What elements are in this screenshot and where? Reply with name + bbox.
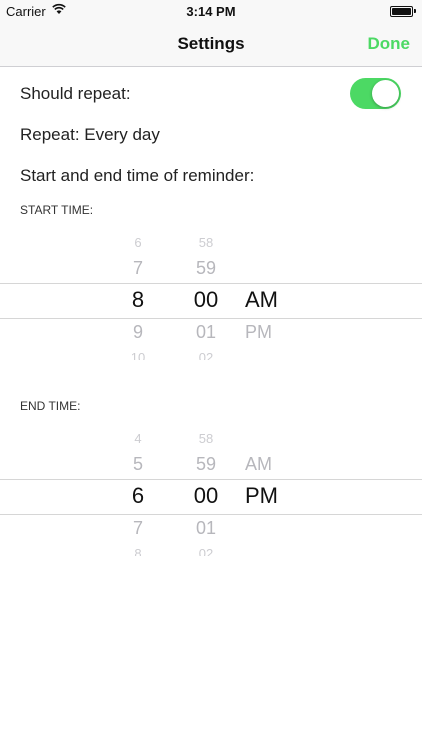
end-period-selected: PM — [245, 483, 278, 508]
picker-option: 7 — [132, 258, 143, 278]
start-time-label: START TIME: — [20, 203, 94, 217]
picker-option: AM — [245, 454, 272, 474]
picker-option: 9 — [132, 322, 143, 342]
end-time-picker[interactable]: 4 5 6 7 8 58 59 00 01 02 AM PM — [0, 424, 422, 564]
picker-option: 02 — [198, 546, 214, 556]
repeat-frequency-label[interactable]: Repeat: Every day — [20, 125, 160, 145]
picker-option: 58 — [198, 235, 214, 250]
done-button[interactable]: Done — [368, 34, 411, 54]
page-title: Settings — [177, 34, 245, 53]
start-hour-wheel[interactable]: 6 7 8 9 10 — [118, 228, 158, 368]
picker-option: 4 — [134, 431, 142, 446]
status-time: 3:14 PM — [186, 4, 236, 19]
picker-option: 8 — [134, 546, 142, 556]
end-time-label: END TIME: — [20, 399, 81, 413]
end-minute-selected: 00 — [193, 483, 219, 508]
end-period-wheel[interactable]: AM PM — [245, 424, 293, 564]
picker-option: 5 — [132, 454, 143, 474]
start-period-wheel[interactable]: AM PM — [245, 228, 293, 368]
picker-option: 59 — [195, 454, 217, 474]
start-period-selected: AM — [245, 287, 278, 312]
status-bar: Carrier 3:14 PM — [0, 0, 422, 22]
reminder-range-label: Start and end time of reminder: — [20, 166, 255, 185]
battery-tip — [414, 9, 416, 13]
end-minute-wheel[interactable]: 58 59 00 01 02 — [185, 424, 227, 564]
picker-option: 59 — [195, 258, 217, 278]
picker-option: 7 — [132, 518, 143, 538]
picker-option: 6 — [134, 235, 142, 250]
end-hour-selected: 6 — [131, 483, 145, 508]
toggle-knob — [372, 80, 399, 107]
start-time-picker[interactable]: 6 7 8 9 10 58 59 00 01 02 AM PM — [0, 228, 422, 368]
picker-option: PM — [245, 322, 272, 342]
picker-option: 02 — [198, 350, 214, 360]
start-minute-selected: 00 — [193, 287, 219, 312]
start-minute-wheel[interactable]: 58 59 00 01 02 — [185, 228, 227, 368]
start-hour-selected: 8 — [131, 287, 145, 312]
should-repeat-label: Should repeat: — [20, 84, 131, 103]
battery-icon — [390, 6, 413, 17]
picker-option: 58 — [198, 431, 214, 446]
end-hour-wheel[interactable]: 4 5 6 7 8 — [118, 424, 158, 564]
should-repeat-toggle[interactable] — [350, 78, 401, 109]
navigation-bar: Settings Done — [0, 22, 422, 67]
picker-option: 01 — [195, 518, 217, 538]
picker-option: 10 — [130, 350, 146, 360]
picker-option: 01 — [195, 322, 217, 342]
